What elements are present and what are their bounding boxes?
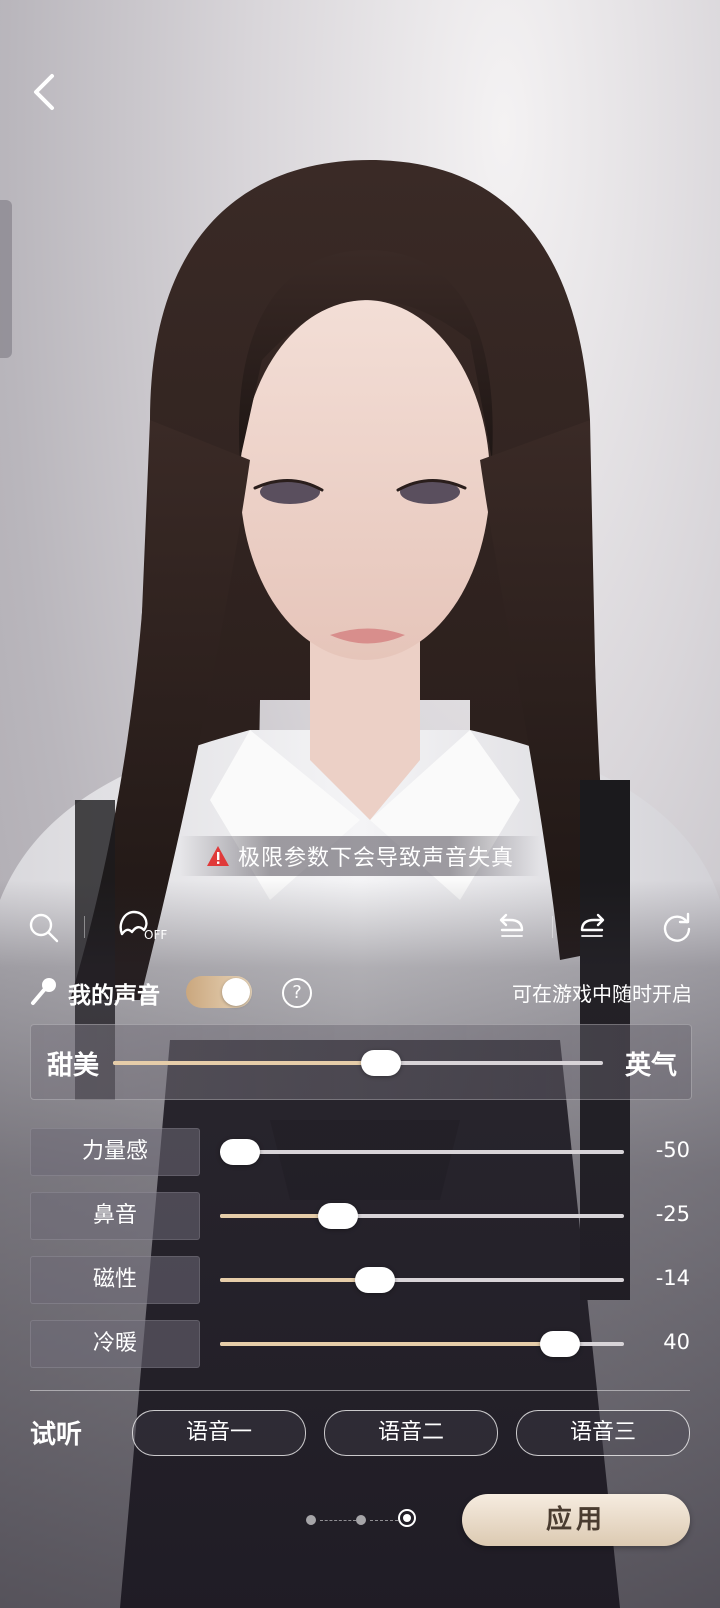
active-dot-core xyxy=(403,1514,411,1522)
back-arrow-icon[interactable] xyxy=(26,70,62,114)
param-label: 力量感 xyxy=(30,1128,200,1176)
param-label: 冷暖 xyxy=(30,1320,200,1368)
microphone-icon xyxy=(31,978,56,1005)
param-value: -14 xyxy=(655,1266,690,1290)
page-dot-1[interactable] xyxy=(306,1515,316,1525)
voice-hint-text: 可在游戏中随时开启 xyxy=(512,982,692,1006)
search-icon[interactable] xyxy=(28,912,60,944)
character-voice-editor-screen: 极限参数下会导致声音失真 OFF 我的声音 ? 可在游戏中随时开启 甜美 英气 xyxy=(0,0,720,1608)
slider-thumb[interactable] xyxy=(361,1050,401,1076)
voice-sample-1-button[interactable]: 语音一 xyxy=(132,1410,306,1456)
param-value: -50 xyxy=(655,1138,690,1162)
distortion-warning-banner: 极限参数下会导致声音失真 xyxy=(180,836,540,876)
param-track[interactable] xyxy=(220,1267,624,1293)
undo-icon[interactable] xyxy=(494,910,528,944)
param-thumb[interactable] xyxy=(540,1331,580,1357)
param-thumb[interactable] xyxy=(355,1267,395,1293)
param-label: 磁性 xyxy=(30,1256,200,1304)
toolbar-separator xyxy=(552,916,553,938)
section-divider xyxy=(30,1390,690,1391)
hair-physics-toggle[interactable]: OFF xyxy=(116,908,176,948)
param-label: 鼻音 xyxy=(30,1192,200,1240)
off-badge: OFF xyxy=(144,928,168,942)
page-dot-connector xyxy=(320,1520,356,1521)
param-fill xyxy=(220,1342,560,1346)
param-thumb[interactable] xyxy=(220,1139,260,1165)
toggle-knob xyxy=(222,978,250,1006)
apply-button[interactable]: 应用 xyxy=(462,1494,690,1546)
warning-text: 极限参数下会导致声音失真 xyxy=(237,846,514,871)
page-dot-3-active[interactable] xyxy=(398,1509,416,1527)
reset-icon[interactable] xyxy=(660,910,694,944)
page-dot-connector xyxy=(370,1520,398,1521)
param-value: 40 xyxy=(663,1330,690,1354)
param-track[interactable] xyxy=(220,1331,624,1357)
param-value: -25 xyxy=(655,1202,690,1226)
help-icon[interactable]: ? xyxy=(282,978,312,1008)
param-thumb[interactable] xyxy=(318,1203,358,1229)
slider-left-label: 甜美 xyxy=(47,1051,100,1081)
redo-icon[interactable] xyxy=(576,910,610,944)
slider-right-label: 英气 xyxy=(624,1051,677,1081)
my-voice-toggle[interactable] xyxy=(186,976,252,1008)
warning-icon xyxy=(206,846,229,866)
slider-track[interactable] xyxy=(113,1050,603,1076)
voice-sample-2-button[interactable]: 语音二 xyxy=(324,1410,498,1456)
trial-label: 试听 xyxy=(30,1420,83,1450)
param-track[interactable] xyxy=(220,1139,624,1165)
param-track[interactable] xyxy=(220,1203,624,1229)
slider-fill xyxy=(113,1061,381,1065)
toolbar-separator xyxy=(84,916,85,938)
side-drawer-handle[interactable] xyxy=(0,200,12,358)
my-voice-title: 我的声音 xyxy=(68,983,160,1009)
page-dot-2[interactable] xyxy=(356,1515,366,1525)
param-fill xyxy=(220,1278,375,1282)
sweet-heroic-slider[interactable]: 甜美 英气 xyxy=(30,1024,692,1100)
voice-sample-3-button[interactable]: 语音三 xyxy=(516,1410,690,1456)
